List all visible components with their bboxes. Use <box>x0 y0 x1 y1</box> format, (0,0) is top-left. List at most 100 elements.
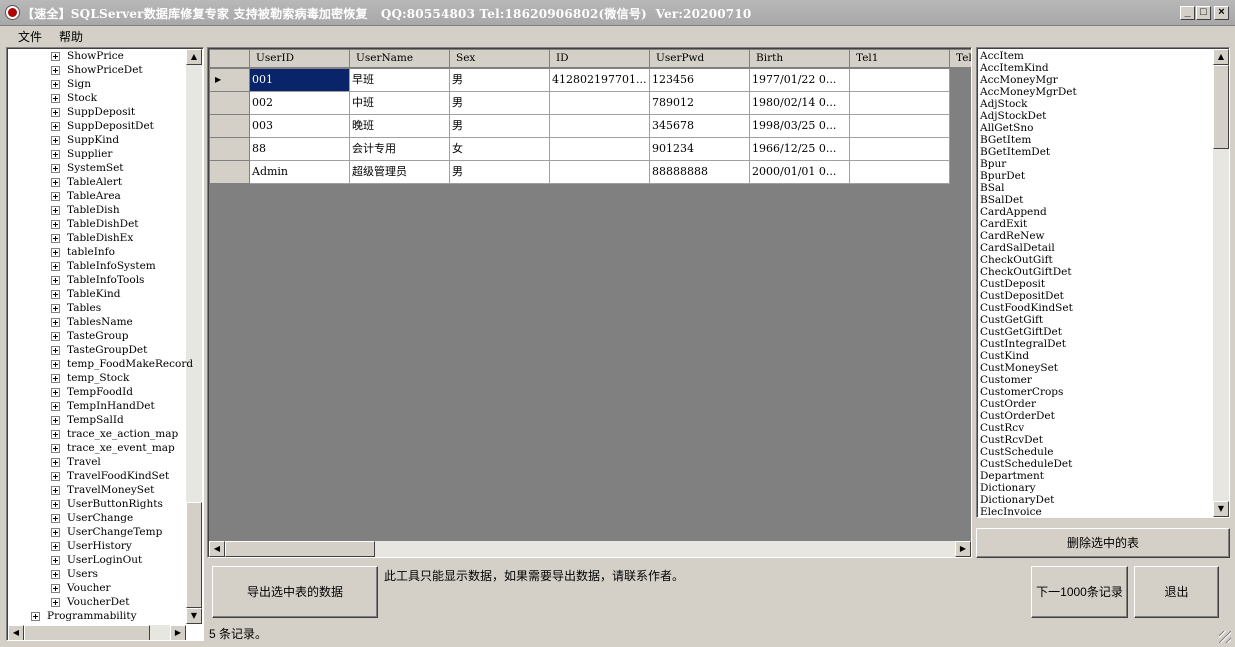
expand-icon[interactable] <box>51 108 60 117</box>
list-item[interactable]: CheckOutGiftDet <box>980 266 1072 278</box>
expand-icon[interactable] <box>51 500 60 509</box>
table-tree[interactable]: ▲ ▼ ◀ ▶ ShowPrice ShowPriceDet Sign Stock Su… <box>6 47 204 641</box>
row-header[interactable] <box>210 115 250 138</box>
expand-icon[interactable] <box>51 318 60 327</box>
column-header[interactable]: Birth <box>750 50 850 68</box>
expand-icon[interactable] <box>51 360 60 369</box>
expand-icon[interactable] <box>51 66 60 75</box>
expand-icon[interactable] <box>51 220 60 229</box>
expand-icon[interactable] <box>51 276 60 285</box>
data-grid[interactable]: ◀ ▶ UserID UserName Sex ID UserPwd Birth Tel1 T… <box>207 47 972 558</box>
grid-cell[interactable]: 88 <box>250 138 350 161</box>
list-item[interactable]: AccItemKind <box>980 62 1049 74</box>
expand-icon[interactable] <box>51 458 60 467</box>
expand-icon[interactable] <box>51 598 60 607</box>
column-header[interactable]: Tel <box>950 50 971 68</box>
grid-cell[interactable] <box>550 138 650 161</box>
list-item[interactable]: CustScheduleDet <box>980 458 1072 470</box>
expand-icon[interactable] <box>51 52 60 61</box>
menu-file[interactable]: 文件 <box>18 28 42 45</box>
list-item[interactable]: AdjStockDet <box>980 110 1046 122</box>
column-header[interactable]: UserID <box>250 50 350 68</box>
grid-cell[interactable] <box>850 92 950 115</box>
list-item[interactable]: AccMoneyMgr <box>980 74 1058 86</box>
list-item[interactable]: DictionaryDet <box>980 494 1054 506</box>
list-item[interactable]: BSal <box>980 182 1005 194</box>
grid-cell[interactable] <box>550 161 650 184</box>
list-item[interactable]: CardExit <box>980 218 1027 230</box>
expand-icon[interactable] <box>51 206 60 215</box>
tree-horizontal-scrollbar[interactable]: ◀ ▶ <box>8 625 186 640</box>
list-item[interactable]: AccMoneyMgrDet <box>980 86 1077 98</box>
list-item[interactable]: CustRcvDet <box>980 434 1043 446</box>
expand-icon[interactable] <box>51 416 60 425</box>
grid-cell[interactable]: Admin <box>250 161 350 184</box>
column-header[interactable]: UserPwd <box>650 50 750 68</box>
expand-icon[interactable] <box>51 444 60 453</box>
grid-cell[interactable]: 901234 <box>650 138 750 161</box>
scroll-down-icon[interactable]: ▼ <box>186 608 202 624</box>
grid-cell[interactable]: 晚班 <box>350 115 450 138</box>
menu-help[interactable]: 帮助 <box>59 28 83 45</box>
expand-icon[interactable] <box>51 542 60 551</box>
list-item[interactable]: Department <box>980 470 1044 482</box>
app-icon[interactable] <box>6 6 19 19</box>
expand-icon[interactable] <box>51 514 60 523</box>
list-item[interactable]: BpurDet <box>980 170 1025 182</box>
list-item[interactable]: CardReNew <box>980 230 1045 242</box>
maximize-button[interactable]: □ <box>1196 6 1211 20</box>
list-item[interactable]: AllGetSno <box>980 122 1033 134</box>
grid-cell[interactable]: 会计专用 <box>350 138 450 161</box>
list-item[interactable]: CustFoodKindSet <box>980 302 1073 314</box>
grid-cell[interactable]: 1980/02/14 0... <box>750 92 850 115</box>
expand-icon[interactable] <box>51 374 60 383</box>
list-item[interactable]: CustGetGiftDet <box>980 326 1062 338</box>
expand-icon[interactable] <box>51 164 60 173</box>
grid-cell[interactable]: 2000/01/01 0... <box>750 161 850 184</box>
grid-cell[interactable]: 88888888 <box>650 161 750 184</box>
scroll-right-icon[interactable]: ▶ <box>955 541 971 557</box>
row-header[interactable] <box>210 161 250 184</box>
exit-button[interactable]: 退出 <box>1134 566 1219 618</box>
list-item[interactable]: CustDeposit <box>980 278 1045 290</box>
grid-cell[interactable]: 男 <box>450 115 550 138</box>
list-item[interactable]: Dictionary <box>980 482 1036 494</box>
list-item[interactable]: BSalDet <box>980 194 1023 206</box>
scroll-up-icon[interactable]: ▲ <box>1213 49 1229 65</box>
grid-cell[interactable]: 男 <box>450 92 550 115</box>
row-header[interactable] <box>210 138 250 161</box>
grid-cell[interactable]: 123456 <box>650 69 750 92</box>
grid-cell[interactable]: 早班 <box>350 69 450 92</box>
column-header[interactable]: Sex <box>450 50 550 68</box>
expand-icon[interactable] <box>51 346 60 355</box>
list-item[interactable]: AdjStock <box>980 98 1028 110</box>
expand-icon[interactable] <box>51 290 60 299</box>
expand-icon[interactable] <box>51 570 60 579</box>
list-item[interactable]: Customer <box>980 374 1032 386</box>
list-item[interactable]: CheckOutGift <box>980 254 1053 266</box>
grid-horizontal-scrollbar[interactable]: ◀ ▶ <box>209 541 971 557</box>
scroll-down-icon[interactable]: ▼ <box>1213 501 1229 517</box>
list-item[interactable]: CardAppend <box>980 206 1047 218</box>
grid-cell[interactable]: 003 <box>250 115 350 138</box>
grid-cell[interactable]: 789012 <box>650 92 750 115</box>
list-item[interactable]: CustomerCrops <box>980 386 1063 398</box>
list-item[interactable]: CustSchedule <box>980 446 1054 458</box>
expand-icon[interactable] <box>51 388 60 397</box>
scroll-right-icon[interactable]: ▶ <box>170 625 186 640</box>
expand-icon[interactable] <box>51 584 60 593</box>
list-item[interactable]: BGetItem <box>980 134 1031 146</box>
expand-icon[interactable] <box>51 556 60 565</box>
scroll-left-icon[interactable]: ◀ <box>8 625 24 640</box>
tree-hscroll-thumb[interactable] <box>24 625 150 640</box>
delete-table-button[interactable]: 删除选中的表 <box>976 528 1230 558</box>
expand-icon[interactable] <box>51 472 60 481</box>
list-item[interactable]: CustMoneySet <box>980 362 1058 374</box>
list-item[interactable]: ElecInvoice <box>980 506 1042 517</box>
scroll-left-icon[interactable]: ◀ <box>209 541 225 557</box>
list-item[interactable]: BGetItemDet <box>980 146 1050 158</box>
column-header[interactable]: ID <box>550 50 650 68</box>
expand-icon[interactable] <box>51 122 60 131</box>
minimize-button[interactable]: _ <box>1180 6 1195 20</box>
grid-cell[interactable]: 1977/01/22 0... <box>750 69 850 92</box>
